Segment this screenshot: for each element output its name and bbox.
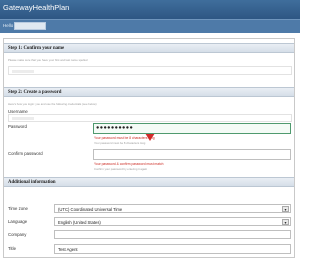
step1-hint: Please make sure that you have your firs… [8,58,88,62]
step2-hint: Here's how you login: you and use the fo… [8,102,97,106]
step1-title: Step 1: Confirm your name [8,45,65,51]
name-field[interactable] [8,66,292,75]
username-field [8,114,292,122]
company-input[interactable] [54,230,291,239]
language-select[interactable]: English (United States) ▾ [54,217,291,226]
title-value: Test Agent [58,247,78,252]
timezone-value: (UTC) Coordinated Universal Time [58,206,123,212]
password-input[interactable]: ●●●●●●●●●● [93,123,291,134]
title-label: Title [8,246,16,251]
timezone-select[interactable]: (UTC) Coordinated Universal Time ▾ [54,204,291,213]
password-note: Your password must be 8 characters long [94,141,146,145]
user-name-chip[interactable] [14,22,46,30]
additional-header: Additional information [4,177,294,187]
profile-form: Step 1: Confirm your name Please make su… [3,38,295,258]
hello-label: Hello [3,23,14,28]
language-chevron-down-icon[interactable]: ▾ [282,219,289,225]
app-header: GatewayHealthPlan [0,0,300,19]
confirm-password-label: Confirm password [8,151,43,156]
user-bar: Hello [0,19,300,33]
password-error: Your password must be 8 characters long [94,136,155,140]
app-title: GatewayHealthPlan [3,3,70,12]
confirm-password-note: Confirm your password by entering it aga… [94,167,148,171]
username-value-redacted [12,117,34,120]
confirm-password-input[interactable] [93,149,291,160]
step1-header: Step 1: Confirm your name [4,43,294,53]
step2-header: Step 2: Create a password [4,87,294,97]
password-masked-value: ●●●●●●●●●● [96,125,134,132]
company-label: Company [8,232,27,237]
timezone-chevron-down-icon[interactable]: ▾ [282,206,289,212]
step2-title: Step 2: Create a password [8,89,62,95]
confirm-password-error: Your password & confirm password must ma… [94,162,164,166]
timezone-label: Time zone [8,206,28,211]
language-value: English (United States) [58,219,101,225]
password-label: Password [8,124,27,129]
title-input[interactable]: Test Agent [54,244,291,254]
name-value-redacted [12,70,34,73]
language-label: Language [8,219,28,224]
additional-title: Additional information [8,179,56,185]
